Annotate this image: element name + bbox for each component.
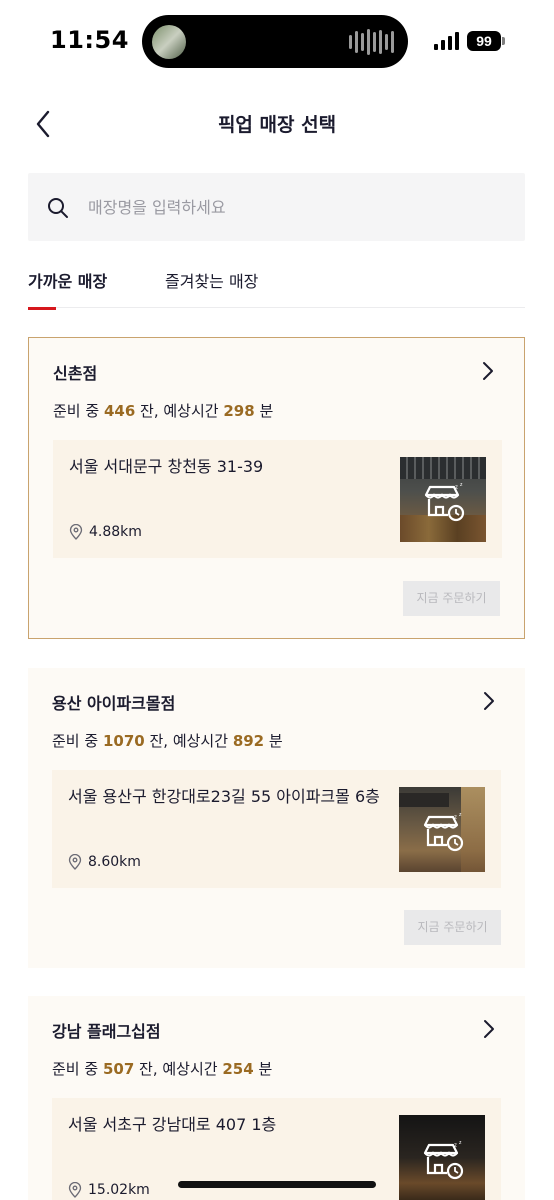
battery-icon: 99 <box>467 31 501 51</box>
wait-minutes: 892 <box>232 732 265 750</box>
tab-favorite-stores[interactable]: 즐겨찾는 매장 <box>165 268 258 308</box>
order-now-button[interactable]: 지금 주문하기 <box>404 910 501 945</box>
location-pin-icon <box>68 1182 82 1198</box>
location-pin-icon <box>69 524 83 540</box>
store-tabs: 가까운 매장 즐겨찾는 매장 <box>28 262 525 310</box>
store-closed-icon: z z <box>423 813 464 852</box>
svg-text:z: z <box>459 1141 462 1146</box>
store-closed-icon: z z <box>423 1141 464 1180</box>
header: 픽업 매장 선택 <box>0 96 554 152</box>
store-photo: z z <box>399 1115 485 1200</box>
store-card[interactable]: 용산 아이파크몰점 준비 중 1070 잔, 예상시간 892 분 서울 용산구… <box>28 668 525 968</box>
wait-minutes: 254 <box>222 1060 254 1078</box>
search-box[interactable] <box>28 173 525 241</box>
status-time: 11:54 <box>50 26 129 54</box>
store-distance: 8.60km <box>88 854 141 870</box>
store-status: 준비 중 1070 잔, 예상시간 892 분 <box>52 730 283 751</box>
svg-text:z: z <box>460 483 463 488</box>
chevron-right-icon[interactable] <box>479 690 499 712</box>
store-photo: z z <box>400 457 486 542</box>
order-now-button[interactable]: 지금 주문하기 <box>403 581 500 616</box>
preparing-count: 1070 <box>102 732 145 750</box>
store-name: 용산 아이파크몰점 <box>52 694 176 713</box>
battery-tip <box>502 37 505 45</box>
store-distance: 4.88km <box>89 524 142 540</box>
preparing-count: 446 <box>103 402 136 420</box>
store-distance: 15.02km <box>88 1182 150 1198</box>
chevron-right-icon[interactable] <box>478 360 498 382</box>
store-card[interactable]: 신촌점 준비 중 446 잔, 예상시간 298 분 서울 서대문구 창천동 3… <box>28 337 525 639</box>
store-closed-icon: z z <box>424 483 465 522</box>
store-status: 준비 중 446 잔, 예상시간 298 분 <box>53 400 273 421</box>
status-prefix: 준비 중 <box>53 402 100 420</box>
store-distance-row: 8.60km <box>68 854 141 870</box>
status-prefix: 준비 중 <box>52 732 99 750</box>
store-name: 강남 플래그십점 <box>52 1022 161 1041</box>
svg-text:z: z <box>459 813 462 818</box>
search-icon <box>48 198 68 218</box>
status-bar: 11:54 99 <box>0 0 554 84</box>
status-prefix: 준비 중 <box>52 1060 99 1078</box>
svg-text:z: z <box>454 1143 457 1149</box>
status-mid: 잔, 예상시간 <box>149 732 229 750</box>
store-card[interactable]: 강남 플래그십점 준비 중 507 잔, 예상시간 254 분 서울 서초구 강… <box>28 996 525 1200</box>
status-suffix: 분 <box>258 1060 273 1078</box>
status-suffix: 분 <box>268 732 283 750</box>
preparing-count: 507 <box>102 1060 135 1078</box>
status-mid: 잔, 예상시간 <box>140 402 219 420</box>
store-address: 서울 용산구 한강대로23길 55 아이파크몰 6층 <box>68 787 380 806</box>
store-status: 준비 중 507 잔, 예상시간 254 분 <box>52 1058 272 1079</box>
search-input[interactable] <box>88 191 508 223</box>
svg-text:z: z <box>455 485 458 491</box>
dynamic-island <box>142 15 408 68</box>
svg-text:z: z <box>454 815 457 821</box>
store-info-box: 서울 용산구 한강대로23길 55 아이파크몰 6층 8.60km z z <box>52 770 501 888</box>
chevron-right-icon[interactable] <box>479 1018 499 1040</box>
store-address: 서울 서초구 강남대로 407 1층 <box>68 1115 277 1134</box>
tab-nearby-stores[interactable]: 가까운 매장 <box>28 268 107 310</box>
audio-waveform-icon <box>349 29 394 55</box>
store-distance-row: 15.02km <box>68 1182 150 1198</box>
store-address: 서울 서대문구 창천동 31-39 <box>69 457 264 476</box>
status-suffix: 분 <box>259 402 274 420</box>
store-distance-row: 4.88km <box>69 524 142 540</box>
store-name: 신촌점 <box>53 364 98 383</box>
cellular-signal-icon <box>434 30 459 50</box>
page-title: 픽업 매장 선택 <box>217 114 337 136</box>
status-mid: 잔, 예상시간 <box>139 1060 218 1078</box>
home-indicator[interactable] <box>178 1181 376 1188</box>
location-pin-icon <box>68 854 82 870</box>
store-info-box: 서울 서대문구 창천동 31-39 4.88km z z <box>53 440 502 558</box>
now-playing-artwork <box>152 25 186 59</box>
store-photo: z z <box>399 787 485 872</box>
wait-minutes: 298 <box>223 402 255 420</box>
